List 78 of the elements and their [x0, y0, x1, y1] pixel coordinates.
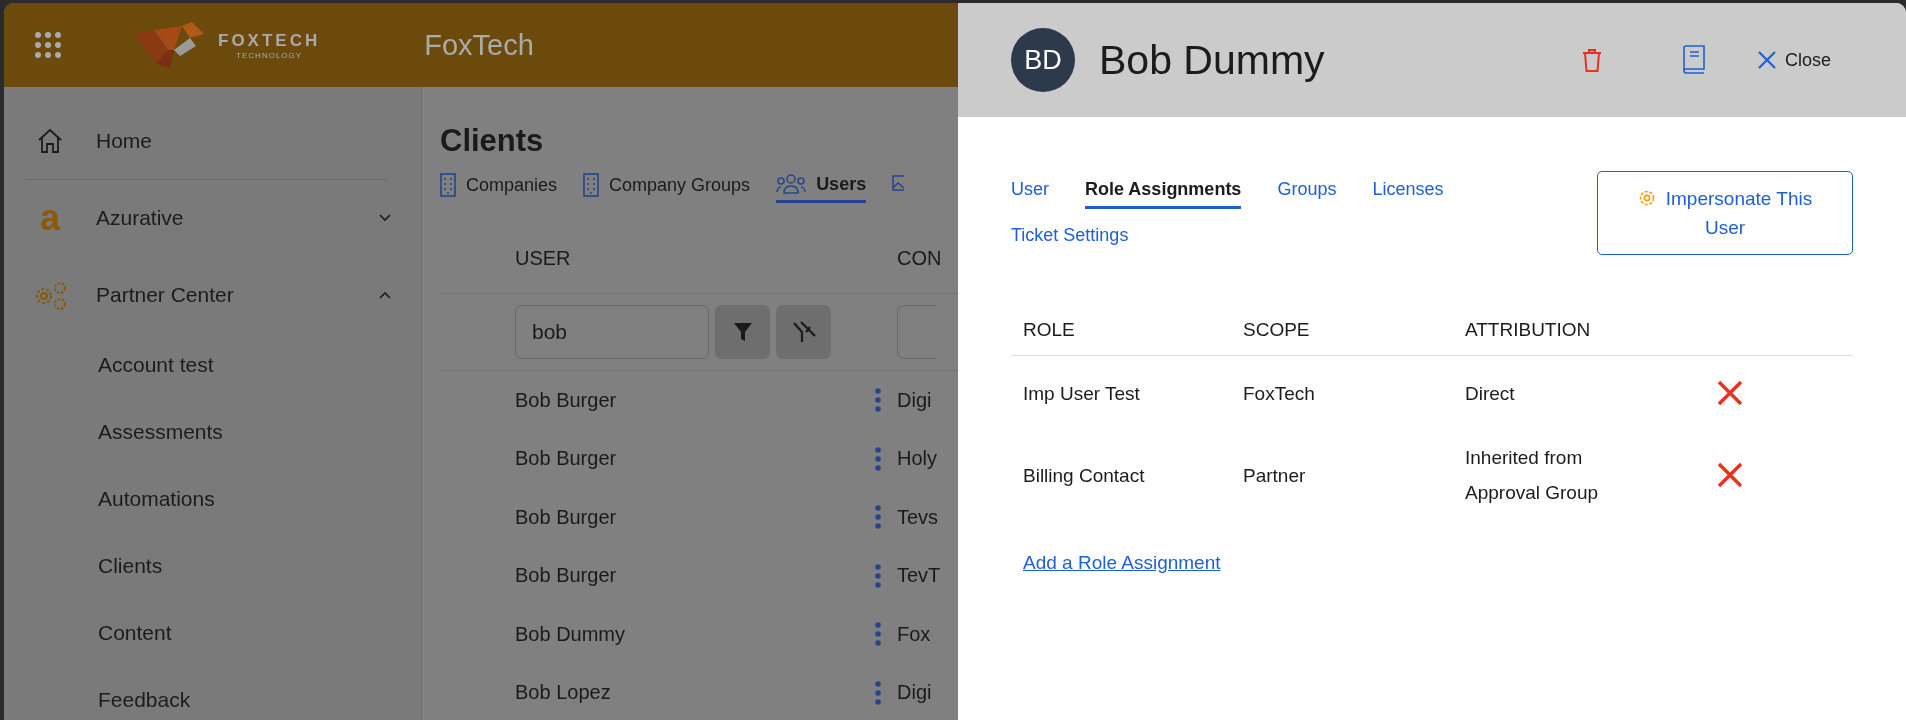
book-button[interactable] — [1681, 45, 1706, 75]
close-icon — [1717, 462, 1743, 488]
gear-icon — [1637, 189, 1656, 207]
filter-button[interactable] — [715, 305, 770, 359]
avatar: BD — [1011, 28, 1075, 92]
kebab-menu-icon[interactable] — [875, 446, 881, 471]
sidebar-subitem[interactable]: Feedback — [4, 666, 421, 720]
table-cell-text: Inherited from Approval Group — [1465, 446, 1600, 505]
table-cell-text: Partner — [1243, 463, 1306, 488]
page-title: Clients — [440, 123, 545, 160]
table-cell-text: Direct — [1465, 381, 1515, 406]
column-header: CON — [897, 246, 943, 270]
table-cell-text: Imp User Test — [1023, 381, 1140, 406]
sidebar-item[interactable]: a Azurative — [32, 186, 391, 250]
column-header: ATTRIBUTION — [1453, 319, 1699, 356]
column-header: USER — [515, 246, 572, 270]
table-cell-text: TevT — [897, 564, 942, 588]
logo-tagline: TECHNOLOGY — [236, 50, 303, 60]
table-cell-text: Digi — [897, 388, 933, 412]
tab[interactable]: Company Groups — [583, 173, 751, 205]
sidebar-subitem[interactable]: Content — [4, 599, 421, 666]
filter-field[interactable]: bob — [515, 305, 709, 359]
impersonate-button[interactable]: Impersonate This User — [1597, 171, 1853, 255]
table-cell-text: Bob Lopez — [515, 681, 612, 705]
fox-logo-icon — [134, 20, 206, 70]
table-cell-text: Fox — [897, 622, 932, 646]
kebab-menu-icon[interactable] — [875, 505, 881, 530]
table-cell-text: Bob Dummy — [515, 622, 627, 646]
delete-button[interactable] — [1581, 47, 1602, 73]
logo-name: FOXTECH — [218, 30, 321, 51]
trash-icon — [1581, 47, 1602, 73]
close-icon — [1757, 51, 1776, 69]
sidebar-subitem[interactable]: Account test — [4, 331, 421, 398]
table-cell-text: Bob Burger — [515, 447, 618, 471]
clear-filter-button[interactable] — [776, 305, 831, 359]
column-header: SCOPE — [1231, 319, 1453, 356]
sidebar-subitem[interactable]: Clients — [4, 532, 421, 599]
user-name: Bob Dummy — [1099, 36, 1326, 84]
table-cell-text: Bob Burger — [515, 388, 618, 412]
table-cell-text: Holy — [897, 447, 938, 471]
column-header: ROLE — [1011, 319, 1231, 356]
sidebar-subitem[interactable]: Assessments — [4, 398, 421, 465]
tab[interactable]: Licenses — [1372, 179, 1444, 209]
tab[interactable]: Users — [776, 173, 867, 203]
funnel-off-icon — [791, 320, 816, 344]
tab[interactable]: Groups — [1277, 179, 1337, 209]
kebab-menu-icon[interactable] — [875, 388, 881, 413]
app-title: FoxTech — [424, 28, 534, 62]
kebab-menu-icon[interactable] — [875, 680, 881, 705]
building-icon — [583, 173, 600, 197]
tab[interactable]: Role Assignments — [1085, 179, 1242, 209]
table-cell-text: Billing Contact — [1023, 463, 1145, 488]
image-icon — [892, 173, 905, 193]
book-icon — [1681, 45, 1706, 75]
tab[interactable]: Ticket Settings — [1011, 225, 1129, 255]
table-cell-text: Bob Burger — [515, 564, 618, 588]
tab[interactable]: User — [1011, 179, 1049, 209]
table-cell-text: Tevs — [897, 505, 940, 529]
kebab-menu-icon[interactable] — [875, 563, 881, 588]
brand-logo-icon: a — [40, 200, 60, 236]
table-cell-text: Bob Burger — [515, 505, 618, 529]
sidebar-item[interactable]: Home — [32, 109, 391, 173]
app-launcher-icon[interactable] — [34, 31, 62, 59]
table-cell-text: Digi — [897, 681, 933, 705]
close-icon — [1717, 380, 1743, 406]
sidebar-item[interactable]: Partner Center — [32, 263, 391, 327]
home-icon — [37, 128, 63, 154]
people-icon — [776, 173, 807, 195]
close-button[interactable]: Close — [1757, 49, 1831, 71]
tab[interactable]: Companies — [440, 173, 558, 205]
building-icon — [440, 173, 456, 197]
remove-button[interactable] — [1717, 380, 1743, 406]
add-role-link[interactable]: Add a Role Assignment — [1023, 552, 1221, 574]
kebab-menu-icon[interactable] — [875, 622, 881, 647]
sidebar-subitem[interactable]: Automations — [4, 465, 421, 532]
table-cell-text: FoxTech — [1243, 381, 1315, 406]
funnel-icon — [732, 321, 753, 343]
remove-button[interactable] — [1717, 462, 1743, 488]
